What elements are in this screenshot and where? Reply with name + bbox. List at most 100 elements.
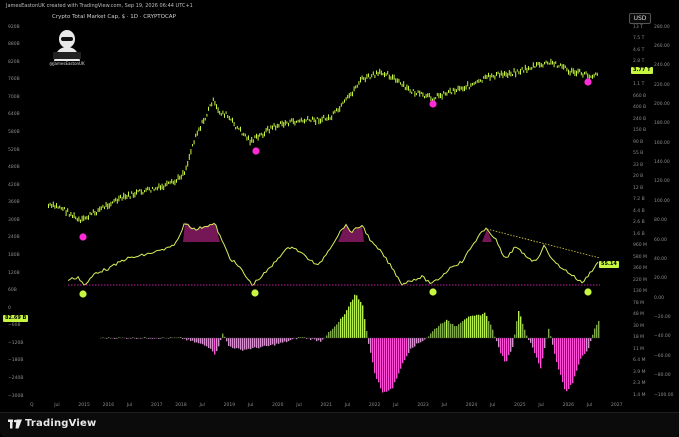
histogram-bar <box>422 338 424 342</box>
price-axis-tick: 33 B <box>633 162 644 168</box>
price-candle <box>300 117 302 122</box>
price-candle <box>347 94 349 99</box>
price-candle <box>132 193 134 198</box>
osc-axis-tick: 180.00 <box>654 121 670 127</box>
histogram-bar <box>352 299 354 338</box>
left-axis-tick: 480B <box>8 165 20 171</box>
price-candle <box>496 71 497 76</box>
time-axis-tick: Jul <box>296 403 302 408</box>
osc-axis-tick: 60.00 <box>654 237 667 243</box>
histogram-bar <box>524 329 526 338</box>
price-axis-tick: 20 B <box>633 174 644 179</box>
price-candle <box>440 92 441 99</box>
price-candle <box>116 198 118 204</box>
price-candle <box>147 186 149 191</box>
histogram-bar <box>590 338 592 342</box>
price-candle <box>460 86 462 90</box>
price-candle <box>54 205 56 209</box>
price-candle <box>278 123 280 128</box>
price-candle <box>520 68 521 75</box>
histogram-bar <box>260 338 262 348</box>
histogram-bar <box>364 319 366 338</box>
price-candle <box>91 212 93 216</box>
price-candle <box>129 195 131 199</box>
price-axis-tick: 13 T <box>633 24 643 30</box>
price-candle <box>550 58 552 65</box>
histogram-bar <box>532 338 534 348</box>
time-axis-tick: 2016 <box>102 403 115 408</box>
price-axis-tick: 240 B <box>633 116 647 122</box>
histogram-bar <box>196 338 198 343</box>
price-candle <box>443 91 445 94</box>
price-candle <box>592 74 593 79</box>
osc-axis-tick: 0.00 <box>654 295 665 301</box>
price-candle <box>542 64 544 68</box>
price-candle <box>536 62 537 67</box>
price-candle <box>284 120 286 126</box>
histogram-bar <box>510 338 512 352</box>
price-candle <box>115 197 117 202</box>
price-candle <box>230 118 232 121</box>
histogram-bar <box>486 316 488 338</box>
price-candle <box>531 67 533 70</box>
histogram-bar <box>288 338 290 342</box>
left-axis-tick: 880B <box>8 42 20 48</box>
chart-canvas[interactable] <box>0 0 679 412</box>
histogram-bar <box>588 338 590 349</box>
price-candle <box>211 102 213 107</box>
histogram-bar <box>452 324 454 338</box>
histogram-bar <box>350 302 352 338</box>
price-candle <box>67 208 69 213</box>
price-candle <box>486 75 488 80</box>
price-axis-tick: 6.4 M <box>633 358 646 363</box>
price-candle <box>345 97 347 101</box>
price-candle <box>190 149 192 155</box>
price-candle <box>564 65 566 69</box>
histogram-bar <box>354 294 356 338</box>
osc-axis-tick: 200.00 <box>654 101 670 107</box>
histogram-bar <box>242 338 244 351</box>
histogram-bar <box>366 331 368 338</box>
price-candle <box>470 83 472 87</box>
histogram-bar <box>198 338 200 344</box>
price-candle <box>478 79 480 84</box>
price-candle <box>523 70 525 73</box>
left-axis-tick: 520B <box>8 147 20 153</box>
histogram-bar <box>474 315 476 338</box>
price-candle <box>307 116 309 120</box>
price-candle <box>291 118 293 122</box>
histogram-badge: 82.69 B <box>3 315 29 322</box>
price-candle <box>264 131 265 137</box>
price-candle <box>547 61 549 65</box>
histogram-bar <box>444 321 446 338</box>
price-candle <box>361 75 363 80</box>
oscillator-badge: 55.14 <box>599 261 619 268</box>
histogram-bar <box>436 327 438 338</box>
price-candle <box>305 119 307 122</box>
histogram-bar <box>464 319 466 338</box>
histogram-bar <box>462 321 464 338</box>
price-axis-tick: 12 B <box>633 185 644 191</box>
price-candle <box>555 61 557 64</box>
price-candle <box>280 121 281 124</box>
histogram-bar <box>512 338 514 347</box>
price-candle <box>379 68 381 74</box>
price-candle <box>467 81 469 87</box>
price-candle <box>513 67 515 73</box>
price-candle <box>560 63 561 66</box>
price-candle <box>563 64 565 70</box>
price-candle <box>80 219 81 223</box>
histogram-bar <box>382 338 384 393</box>
cycle-bottom-marker <box>584 78 592 86</box>
price-candle <box>579 68 581 73</box>
price-candle <box>577 68 579 74</box>
histogram-bar <box>282 338 284 343</box>
price-candle <box>430 96 432 102</box>
price-candle <box>153 188 155 192</box>
histogram-bar <box>248 338 250 349</box>
price-candle <box>296 120 297 123</box>
histogram-bar <box>414 338 416 347</box>
left-axis-tick: 640B <box>8 112 20 118</box>
price-candle <box>51 203 53 208</box>
price-axis-tick: 400 B <box>633 105 647 110</box>
